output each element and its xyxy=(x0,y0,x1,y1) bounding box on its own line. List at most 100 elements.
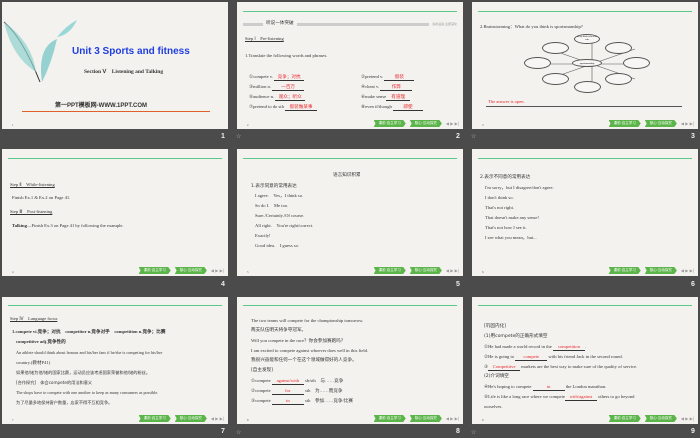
text: for xyxy=(271,388,304,395)
slide-heading: 语言知识积累 xyxy=(333,173,361,178)
mind-map-node: to try his/her best to win xyxy=(574,34,600,44)
slide-nav[interactable]: ◀ ▶ ▶| xyxy=(211,416,224,421)
mind-map-node xyxy=(605,42,632,54)
text-line: Will you compete in the race？你会参加赛跑吗？ xyxy=(251,338,346,343)
text: with/against xyxy=(564,394,597,401)
star-icon[interactable]: ☆ xyxy=(236,133,241,140)
slide-thumbnail-8[interactable]: The two teams will compete for the champ… xyxy=(237,297,463,424)
pre-class-button[interactable]: 课前·自主学习 xyxy=(373,267,406,274)
core-button[interactable]: 核心·互动探究 xyxy=(409,415,442,422)
text: ③million n. xyxy=(249,84,271,89)
page-number: 2 xyxy=(247,123,249,127)
slide-nav[interactable]: ◀ ▶ ▶| xyxy=(211,268,224,273)
text: in xyxy=(271,398,304,405)
core-button[interactable]: 核心·互动探究 xyxy=(409,267,442,274)
subheading: 1.表示同意的常用表达 xyxy=(251,184,297,189)
divider xyxy=(486,106,682,107)
text: 听说一体突破 xyxy=(266,20,294,26)
step-label: Step Ⅲ Post-listening xyxy=(10,209,53,214)
text-line: (2)介词填空 xyxy=(484,374,509,379)
expression: I agree. Yes，I think so. xyxy=(255,193,304,198)
expression: All right. You're right/correct. xyxy=(255,223,314,228)
text: ①compete v. xyxy=(249,74,273,79)
step-label: Step Ⅰ Pre-listening xyxy=(245,36,284,41)
core-button[interactable]: 核心·互动探究 xyxy=(644,267,677,274)
text-line: 两支队伍明天将争夺冠军。 xyxy=(251,328,307,333)
text: Talking xyxy=(12,223,27,228)
fill-item: ④He's hoping to compete in the London ma… xyxy=(484,384,607,391)
text-line: 为了尽量多地保持客户数量，店家不得不互相竞争。 xyxy=(16,400,113,405)
fill-item: ③ Competitive markets are the best way to… xyxy=(484,364,637,371)
slide-nav[interactable]: ◀ ▶ ▶| xyxy=(681,416,694,421)
slide-thumbnail-4[interactable]: Step Ⅱ While-listening Finish Ex.1 & Ex.… xyxy=(2,149,228,276)
text-line: [合作探究] 体会compete的用法和意义 xyxy=(16,380,93,385)
slide-nav[interactable]: ◀ ▶ ▶| xyxy=(446,268,459,273)
divider xyxy=(8,305,222,306)
slide-thumbnail-7[interactable]: Step Ⅳ Language focus 1.compete vi.竞争；对抗… xyxy=(2,297,228,424)
slide-nav[interactable]: ◀ ▶ ▶| xyxy=(446,121,459,126)
text: the London marathon. xyxy=(565,384,607,389)
slide-thumbnail-1[interactable]: Unit 3 Sports and fitness Section Ⅴ List… xyxy=(2,2,228,129)
text-line: 我很兴奋能和任何一个在这个领域做得好的人竞争。 xyxy=(251,358,357,363)
text-line: country.(教材P41) xyxy=(16,360,51,365)
fill-item: ①compete against/with sb/sth 与……竞争 xyxy=(251,378,343,385)
mind-map-node xyxy=(542,73,569,85)
pre-class-button[interactable]: 课前·自主学习 xyxy=(373,415,406,422)
fill-item: ⑤Life is like a long race where we compe… xyxy=(484,394,634,401)
pre-class-button[interactable]: 课前·自主学习 xyxy=(138,267,171,274)
core-button[interactable]: 核心·互动探究 xyxy=(644,415,677,422)
slide-nav[interactable]: ◀ ▶ ▶| xyxy=(681,268,694,273)
text: sth 为……而竞争 xyxy=(305,388,343,393)
mind-map-node xyxy=(623,57,650,69)
fill-item: ②He is going to compete with his friend … xyxy=(484,354,623,361)
step-text: Talking—Finish Ex.3 on Page 41 by follow… xyxy=(12,223,124,229)
mind-map-node xyxy=(542,42,569,54)
core-button[interactable]: 核心·互动探究 xyxy=(644,120,677,127)
text: ④cheat v. xyxy=(361,84,380,89)
step-text: Finish Ex.1 & Ex.2 on Page 41. xyxy=(12,195,71,200)
section-header: 听说一体突破 先听后说 主题深化 xyxy=(243,21,457,27)
text: sth 参加……竞争/比赛 xyxy=(305,398,353,403)
answer-text: The answer is open. xyxy=(488,99,525,104)
slide-thumbnail-2[interactable]: 听说一体突破 先听后说 主题深化 Step Ⅰ Pre-listening 1.T… xyxy=(237,2,463,129)
core-button[interactable]: 核心·互动探究 xyxy=(174,415,207,422)
page-number: 5 xyxy=(247,270,249,274)
text: ①compete xyxy=(251,378,271,383)
pre-class-button[interactable]: 课前·自主学习 xyxy=(608,415,641,422)
expression: That's not right. xyxy=(485,205,515,210)
item: ②pretend v. 假装 xyxy=(361,74,415,81)
page-number: 6 xyxy=(482,270,484,274)
item: ④cheat v. 作弊 xyxy=(361,84,413,91)
pre-class-button[interactable]: 课前·自主学习 xyxy=(608,267,641,274)
slide-number: 4 xyxy=(221,281,225,288)
slide-nav[interactable]: ◀ ▶ ▶| xyxy=(446,416,459,421)
divider xyxy=(8,158,222,159)
slide-thumbnail-3[interactable]: 2.Brainstorming：What do you think is spo… xyxy=(472,2,698,129)
text: ⑦pretend to do sth xyxy=(249,104,284,109)
star-icon[interactable]: ☆ xyxy=(471,429,476,436)
expression: Exactly! xyxy=(255,233,271,238)
text: 假装做某事 xyxy=(285,104,318,111)
text: ⑧even if/though xyxy=(361,104,392,109)
text: ④He's hoping to compete xyxy=(484,384,532,389)
star-icon[interactable]: ☆ xyxy=(236,429,241,436)
slide-nav[interactable]: ◀ ▶ ▶| xyxy=(681,121,694,126)
text-line: [自主发现] xyxy=(251,368,273,373)
fill-item: ②compete for sth 为……而竞争 xyxy=(251,388,343,395)
pre-class-button[interactable]: 课前·自主学习 xyxy=(373,120,406,127)
star-icon[interactable]: ☆ xyxy=(471,133,476,140)
text-line: competitive adj.竞争性的 xyxy=(16,339,66,344)
slide-thumbnail-5[interactable]: 语言知识积累 1.表示同意的常用表达 I agree. Yes，I think … xyxy=(237,149,463,276)
mind-map-node xyxy=(574,81,601,93)
task-text: 1.Translate the following words and phra… xyxy=(245,53,328,58)
page-number: 1 xyxy=(12,123,14,127)
pre-class-button[interactable]: 课前·自主学习 xyxy=(138,415,171,422)
slide-number: 2 xyxy=(456,133,460,140)
text: in xyxy=(532,384,565,391)
core-button[interactable]: 核心·互动探究 xyxy=(174,267,207,274)
slide-thumbnail-6[interactable]: 2.表示不同意的常用表达 I'm sorry，but I disagree/do… xyxy=(472,149,698,276)
slide-thumbnail-9[interactable]: [巩固内化] (1)用compete的正确形式填空 ①He had made a… xyxy=(472,297,698,424)
pre-class-button[interactable]: 课前·自主学习 xyxy=(608,120,641,127)
text: ③compete xyxy=(251,398,271,403)
core-button[interactable]: 核心·互动探究 xyxy=(409,120,442,127)
